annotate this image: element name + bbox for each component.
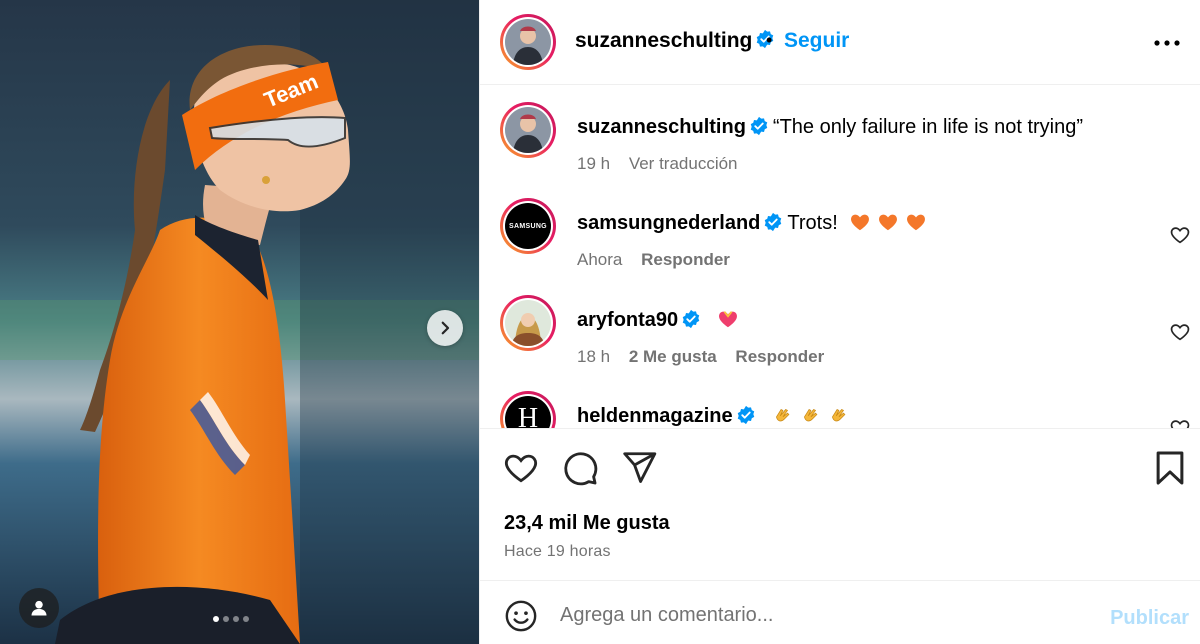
likes-count[interactable]: 23,4 mil Me gusta [504,512,670,535]
carousel-dot [233,616,239,622]
heart-with-ribbon-emoji-icon [718,310,737,327]
publish-button[interactable]: Publicar [1110,607,1189,630]
chevron-right-icon [441,321,450,335]
post-header: suzanneschulting • Seguir [480,0,1200,85]
caption-body: “The only failure in life is not trying” [772,116,1084,138]
carousel-next-button[interactable] [427,310,463,346]
caption-meta: 19 h Ver traducción [577,154,752,174]
comments-list[interactable]: suzanneschulting “The only failure in lif… [480,86,1200,428]
verified-badge-icon [765,212,782,231]
tagged-users-button[interactable] [19,588,59,628]
carousel-indicator [213,616,249,622]
comment-time[interactable]: Ahora [577,250,622,269]
comment-text: heldenmagazine [577,405,849,428]
heart-icon[interactable] [1169,224,1191,246]
orange-heart-emoji-icon [879,214,898,230]
translate-link[interactable]: Ver traducción [629,154,738,173]
comment-username[interactable]: aryfonta90 [577,309,678,331]
orange-heart-emoji-icon [851,214,870,230]
carousel-dot [213,616,219,622]
verified-badge-icon [750,116,768,135]
reply-button[interactable]: Responder [641,250,730,269]
comment-text: aryfonta90 [577,309,739,332]
heart-icon[interactable] [1169,321,1191,343]
heart-icon[interactable] [1169,417,1191,428]
separator-dot: • [766,30,773,50]
heart-icon[interactable] [502,449,540,487]
clapping-hands-emoji-icon [832,408,846,422]
author-username[interactable]: suzanneschulting [575,29,775,53]
comment-avatar[interactable]: SAMSUNG [500,198,556,254]
follow-button[interactable]: Seguir [784,29,849,53]
comment-input[interactable] [560,597,1080,633]
user-tag-icon [31,600,47,616]
share-icon[interactable] [620,449,658,487]
more-options-icon [1154,40,1180,46]
avatar-label: H [517,403,539,428]
post-timestamp[interactable]: Hace 19 horas [504,543,611,561]
caption-username[interactable]: suzanneschulting [577,116,746,138]
clapping-hands-emoji-icon [776,408,790,422]
carousel-dot [243,616,249,622]
caption-text: suzanneschulting “The only failure in lif… [577,116,1083,139]
comment-avatar[interactable] [500,295,556,351]
more-options-button[interactable] [1152,28,1182,58]
caption-time[interactable]: 19 h [577,154,610,173]
carousel-dot [223,616,229,622]
comment-body: Trots! [787,212,838,234]
verified-badge-icon [737,405,754,424]
comment-composer: Publicar [480,580,1200,644]
comment-icon[interactable] [561,449,599,487]
bookmark-icon[interactable] [1151,449,1189,487]
reply-button[interactable]: Responder [735,347,824,366]
post-detail-panel: suzanneschulting • Seguir suzanneschulti… [479,0,1200,644]
comment-meta: Ahora Responder [577,250,744,270]
comment-likes[interactable]: 2 Me gusta [629,347,717,366]
comment-avatar[interactable]: H [500,391,556,428]
comment-time[interactable]: 18 h [577,347,610,366]
comment-meta: 18 h 2 Me gusta Responder [577,347,838,367]
author-avatar[interactable] [500,102,556,158]
post-photo: Team [0,0,479,644]
comment-username[interactable]: samsungnederland [577,212,760,234]
verified-badge-icon [682,309,700,328]
author-avatar[interactable] [500,14,556,70]
orange-heart-emoji-icon [907,214,926,230]
clapping-hands-emoji-icon [804,408,818,422]
emoji-icon[interactable] [504,599,538,633]
post-actions: 23,4 mil Me gusta Hace 19 horas [480,428,1200,578]
comment-username[interactable]: heldenmagazine [577,405,733,427]
avatar-label: SAMSUNG [509,222,547,230]
comment-text: samsungnederland Trots! [577,212,927,235]
post-media[interactable]: Team [0,0,479,644]
